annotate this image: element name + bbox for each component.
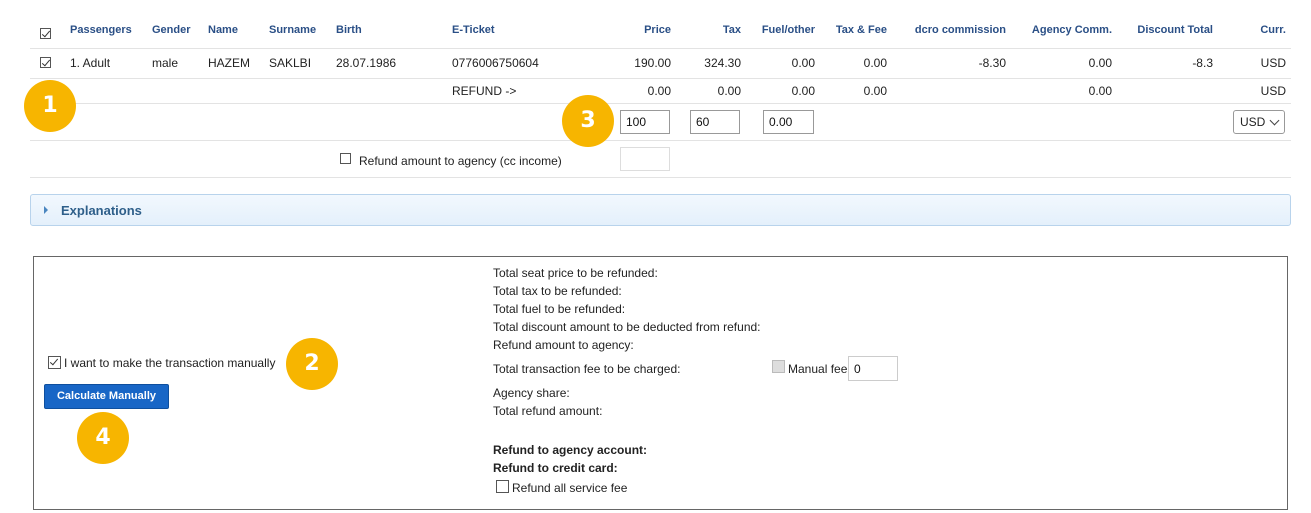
summary-discount: Total discount amount to be deducted fro… — [493, 320, 761, 334]
refund-agency: 0.00 — [1088, 84, 1112, 98]
divider — [30, 140, 1291, 141]
calculate-manually-button[interactable]: Calculate Manually — [44, 384, 169, 409]
header-price: Price — [644, 24, 671, 36]
manual-transaction-label: I want to make the transaction manually — [64, 356, 276, 370]
refund-fuel: 0.00 — [791, 84, 815, 98]
summary-fuel: Total fuel to be refunded: — [493, 302, 626, 316]
header-name: Name — [208, 24, 238, 36]
manual-fee-checkbox[interactable] — [772, 360, 785, 373]
chevron-down-icon — [1269, 115, 1280, 126]
summary-tax: Total tax to be refunded: — [493, 284, 622, 298]
explanations-label: Explanations — [61, 203, 142, 218]
summary-agency-share: Agency share: — [493, 386, 570, 400]
cell-gender: male — [152, 56, 179, 70]
refund-agency-checkbox[interactable] — [340, 153, 351, 164]
refund-taxfee: 0.00 — [863, 84, 887, 98]
header-passengers: Passengers — [70, 24, 132, 36]
refund-agency-input[interactable] — [620, 147, 670, 171]
refund-agency-label: Refund amount to agency (cc income) — [359, 154, 562, 168]
cell-fuel: 0.00 — [791, 56, 815, 70]
cell-surname: SAKLBI — [269, 56, 312, 70]
currency-select-value: USD — [1240, 115, 1266, 129]
cell-curr: USD — [1260, 56, 1286, 70]
cell-tax: 324.30 — [704, 56, 741, 70]
passenger-checkbox[interactable] — [40, 57, 51, 68]
step-badge-4: 4 — [77, 412, 129, 464]
cell-eticket: 0776006750604 — [452, 56, 539, 70]
cell-price: 190.00 — [634, 56, 671, 70]
summary-transaction-fee: Total transaction fee to be charged: — [493, 362, 681, 376]
header-discount: Discount Total — [1137, 24, 1213, 36]
summary-seat-price: Total seat price to be refunded: — [493, 266, 658, 280]
header-eticket: E-Ticket — [452, 24, 495, 36]
cell-birth: 28.07.1986 — [336, 56, 397, 70]
step-badge-2: 2 — [286, 338, 338, 390]
header-surname: Surname — [269, 24, 317, 36]
header-dcro: dcro commission — [914, 24, 1006, 36]
divider — [30, 78, 1291, 79]
manual-calculation-panel — [33, 256, 1288, 510]
caret-right-icon — [44, 206, 48, 214]
service-fee-checkbox[interactable] — [496, 480, 509, 493]
header-curr: Curr. — [1260, 24, 1286, 36]
header-agency: Agency Comm. — [1031, 24, 1112, 36]
header-gender: Gender — [152, 24, 191, 36]
summary-agency-account: Refund to agency account: — [493, 443, 648, 457]
divider — [30, 48, 1291, 49]
header-fuel: Fuel/other — [761, 24, 815, 36]
cell-taxfee: 0.00 — [863, 56, 887, 70]
currency-select[interactable]: USD — [1233, 110, 1285, 134]
header-taxfee: Tax & Fee — [835, 24, 887, 36]
select-all-checkbox[interactable] — [40, 28, 51, 39]
cell-passenger: 1. Adult — [70, 56, 111, 70]
manual-fee-input[interactable] — [848, 356, 898, 381]
header-tax: Tax — [722, 24, 741, 36]
summary-agency-amount: Refund amount to agency: — [493, 338, 634, 352]
step-badge-3: 3 — [562, 95, 614, 147]
step-badge-1: 1 — [24, 80, 76, 132]
refund-fuel-input[interactable] — [763, 110, 814, 134]
summary-credit-card: Refund to credit card: — [493, 461, 618, 475]
cell-agency: 0.00 — [1088, 56, 1112, 70]
explanations-panel[interactable]: Explanations — [30, 194, 1291, 226]
manual-fee-label: Manual fee — [788, 362, 848, 376]
refund-curr: USD — [1260, 84, 1286, 98]
refund-price: 0.00 — [647, 84, 671, 98]
refund-label: REFUND -> — [452, 84, 517, 98]
divider — [30, 177, 1291, 178]
header-birth: Birth — [336, 24, 362, 36]
divider — [30, 103, 1291, 104]
service-fee-label: Refund all service fee — [512, 481, 628, 495]
summary-total-refund: Total refund amount: — [493, 404, 603, 418]
refund-tax: 0.00 — [717, 84, 741, 98]
refund-tax-input[interactable] — [690, 110, 740, 134]
cell-dcro: -8.30 — [978, 56, 1006, 70]
cell-name: HAZEM — [208, 56, 250, 70]
refund-price-input[interactable] — [620, 110, 670, 134]
cell-discount: -8.3 — [1192, 56, 1213, 70]
manual-transaction-checkbox[interactable] — [48, 356, 61, 369]
